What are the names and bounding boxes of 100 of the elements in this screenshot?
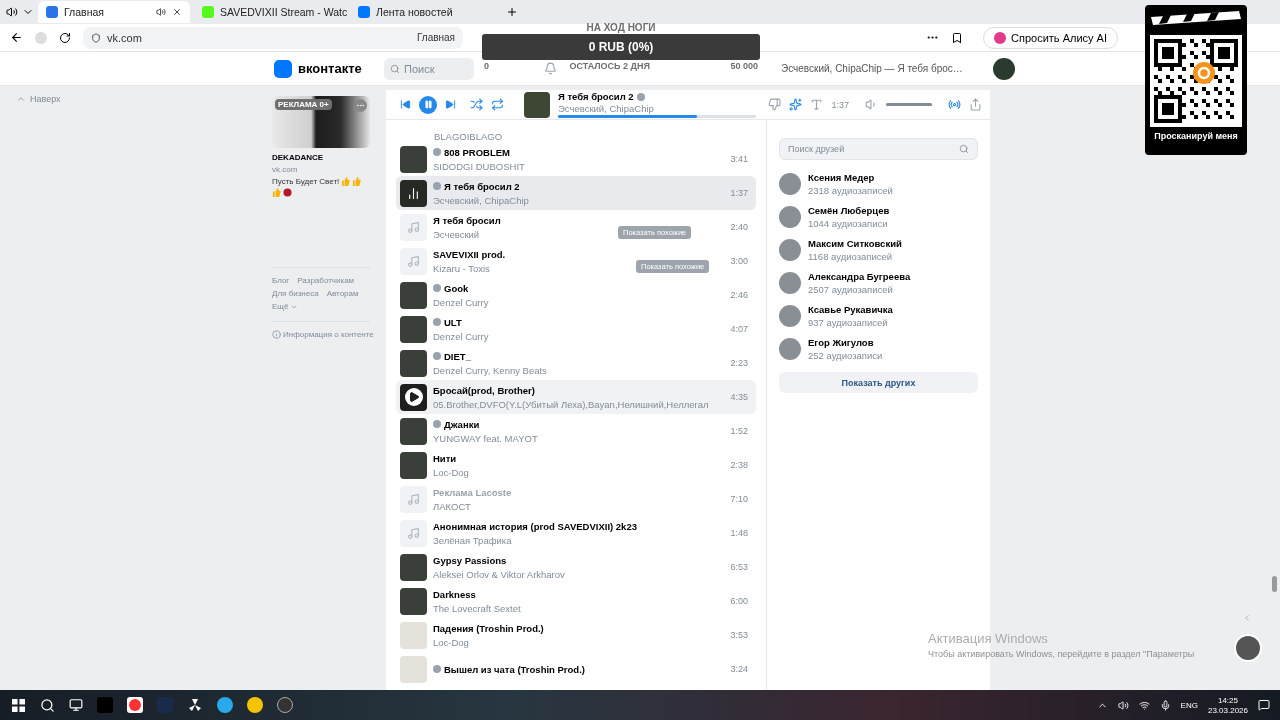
track-duration: 2:23: [730, 358, 748, 368]
next-button[interactable]: [445, 99, 456, 110]
track-artist[interactable]: Denzel Curry, Kenny Beats: [433, 364, 547, 376]
user-avatar[interactable]: [992, 57, 1015, 80]
repeat-button[interactable]: [491, 98, 504, 111]
avatar: [779, 238, 801, 261]
app-icon[interactable]: [277, 697, 293, 713]
track-row[interactable]: Я тебя бросил 2 Эсчевский, ChipaChip 1:37: [396, 176, 756, 210]
track-artist[interactable]: SIDODGI DUBOSHIT: [433, 160, 525, 172]
site-icon: [46, 6, 58, 18]
friend-name: Максим Ситковский: [808, 237, 902, 249]
scrollbar-thumb[interactable]: [1272, 576, 1277, 592]
windows-start-icon[interactable]: [10, 697, 26, 713]
site-logo[interactable]: вконтакте: [274, 59, 374, 78]
browser-tab[interactable]: SAVEDVIXII Stream - Watc: [194, 1, 346, 23]
track-artist[interactable]: Loc-Dog: [433, 636, 544, 648]
previous-button[interactable]: [400, 99, 411, 110]
friend-item[interactable]: Егор Жигулов 252 аудиозаписи: [779, 335, 978, 362]
reload-icon[interactable]: [59, 31, 71, 44]
speaker-icon[interactable]: [6, 6, 18, 18]
track-row[interactable]: Анонимная история (prod SAVEDVIXII) 2k23 Зелёная Трафика 1:48: [396, 516, 756, 550]
track-row[interactable]: Падения (Troshin Prod.) Loc-Dog 3:53: [396, 618, 756, 652]
search-icon[interactable]: [40, 697, 55, 713]
assistant-button[interactable]: Спросить Алису AI: [983, 26, 1118, 49]
friend-item[interactable]: Семён Люберцев 1044 аудиозаписи: [779, 203, 978, 230]
speaker-icon[interactable]: [156, 7, 166, 17]
address-field[interactable]: vk.com Главная: [83, 26, 463, 49]
track-artist[interactable]: The Lovecraft Sextet: [433, 602, 521, 614]
app-icon[interactable]: [247, 697, 263, 713]
show-more-button[interactable]: Показать других: [779, 372, 978, 393]
track-artist[interactable]: Зелёная Трафика: [433, 534, 637, 546]
volume-slider[interactable]: [886, 103, 932, 106]
track-row[interactable]: DIET_ Denzel Curry, Kenny Beats 2:23: [396, 346, 756, 380]
track-artist[interactable]: Denzel Curry: [433, 330, 489, 342]
broadcast-button[interactable]: [948, 98, 961, 111]
player-track-artist[interactable]: Эсчевский, ChipaChip: [558, 103, 756, 114]
friend-item[interactable]: Максим Ситковский 1168 аудиозаписей: [779, 236, 978, 263]
network-icon[interactable]: [1138, 699, 1150, 711]
browser-tab[interactable]: Лента новостей: [350, 1, 502, 23]
track-row[interactable]: Джанки YUNGWAY feat. MAYOT 1:52: [396, 414, 756, 448]
friend-item[interactable]: Ксения Медер 2318 аудиозаписей: [779, 170, 978, 197]
fan-icon[interactable]: [187, 697, 203, 713]
ad-title[interactable]: DEKADANCE: [272, 153, 370, 162]
now-playing-text[interactable]: Эсчевский, ChipaChip — Я тебя брос…: [781, 63, 963, 74]
microphone-icon[interactable]: [1159, 699, 1171, 711]
share-button[interactable]: [969, 98, 982, 111]
friend-item[interactable]: Александра Бугреева 2507 аудиозаписей: [779, 269, 978, 296]
track-artist[interactable]: YUNGWAY feat. MAYOT: [433, 432, 538, 444]
friend-name: Ксавье Рукавичка: [808, 303, 893, 315]
track-title: Gook: [433, 282, 489, 294]
chat-avatar[interactable]: [1234, 634, 1262, 662]
clock[interactable]: 14:25 23.03.2026: [1207, 695, 1248, 715]
track-row[interactable]: Darkness The Lovecraft Sextet 6:00: [396, 584, 756, 618]
messenger-icon[interactable]: [217, 697, 233, 713]
close-icon[interactable]: [172, 7, 182, 17]
track-row[interactable]: Gook Denzel Curry 2:46: [396, 278, 756, 312]
track-row[interactable]: ULT Denzel Curry 4:07: [396, 312, 756, 346]
play-icon[interactable]: [404, 388, 423, 406]
bookmark-icon[interactable]: [951, 31, 964, 44]
track-artist[interactable]: Denzel Curry: [433, 296, 489, 308]
lyrics-button[interactable]: [810, 98, 824, 111]
shuffle-button[interactable]: [470, 98, 483, 111]
language-indicator[interactable]: ENG: [1180, 700, 1198, 710]
music-note-icon: [407, 254, 420, 268]
track-artist[interactable]: Loc-Dog: [433, 466, 469, 478]
track-row[interactable]: Бросай(prod, Brother) 05.Brother,DVFO(Y.L(Убитый Леха),Bayan,Нелишний,Неллегал 4:35: [396, 380, 756, 414]
track-row[interactable]: Вышел из чата (Troshin Prod.) 3:24: [396, 652, 756, 686]
track-artist[interactable]: Kizaru - Toxis: [433, 262, 506, 274]
more-button[interactable]: [354, 99, 367, 112]
friend-item[interactable]: Ксавье Рукавичка 937 аудиозаписей: [779, 302, 978, 329]
track-row[interactable]: Нити Loc-Dog 2:38: [396, 448, 756, 482]
back-icon[interactable]: [10, 31, 23, 44]
new-tab-icon[interactable]: [506, 6, 518, 18]
dislike-button[interactable]: [768, 98, 782, 111]
pause-button[interactable]: [419, 95, 437, 114]
track-artist[interactable]: Эсчевский: [433, 228, 501, 240]
browser-tab[interactable]: Главная: [38, 1, 190, 23]
audio-count: 937 аудиозаписей: [808, 316, 889, 328]
activation-title: Активация Windows: [928, 631, 1049, 646]
notification-icon[interactable]: [1258, 699, 1270, 711]
progress-bar[interactable]: [558, 115, 756, 118]
browser-icon[interactable]: [127, 697, 143, 713]
speaker-icon[interactable]: [1117, 699, 1129, 711]
audio-count: 2318 аудиозаписей: [808, 184, 893, 196]
track-row[interactable]: 808 PROBLEM SIDODGI DUBOSHIT 3:41: [396, 142, 756, 176]
track-duration: 6:00: [730, 596, 748, 606]
cover-art: [400, 655, 427, 683]
broadcast-icon: [948, 98, 961, 111]
track-row[interactable]: Gypsy Passions Aleksei Orlov & Viktor Arkharov 6:53: [396, 550, 756, 584]
photo-placeholder[interactable]: РЕКЛАМА 0+: [272, 96, 370, 148]
track-duration: 3:41: [730, 154, 748, 164]
track-duration: 3:24: [730, 664, 748, 674]
goal-start: 0: [484, 61, 489, 71]
track-artist[interactable]: Aleksei Orlov & Viktor Arkharov: [433, 568, 565, 580]
sparkle-button[interactable]: [789, 98, 803, 111]
more-icon: [356, 101, 365, 110]
task-view-icon[interactable]: [69, 698, 83, 712]
cover-art: [400, 281, 427, 309]
track-duration: 1:52: [730, 426, 748, 436]
track-artist[interactable]: BLAGOIBLAGO: [434, 131, 503, 142]
